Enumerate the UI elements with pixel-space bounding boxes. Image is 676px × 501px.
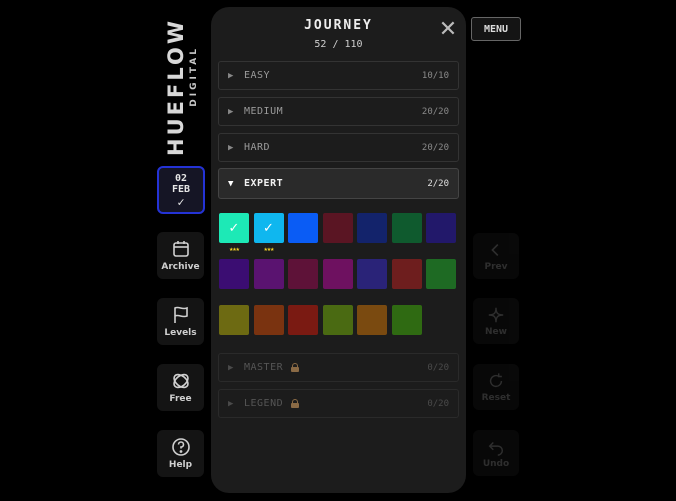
level-swatch[interactable] — [219, 259, 249, 289]
menu-button[interactable]: MENU — [471, 17, 521, 41]
category-hard[interactable]: ▶ HARD 20/20 — [218, 133, 459, 162]
chevron-left-icon — [491, 243, 499, 256]
brand-subtitle: DIGITAL — [189, 46, 199, 107]
chevron-right-icon: ▶ — [228, 362, 234, 373]
level-swatch[interactable] — [322, 305, 353, 335]
category-name: EASY — [244, 70, 271, 81]
date-month: FEB — [171, 183, 191, 195]
category-count: 20/20 — [421, 142, 449, 153]
level-swatch[interactable] — [253, 305, 284, 335]
level-swatch[interactable]: ✓ — [253, 213, 284, 243]
star-rating: ★★★ — [263, 245, 275, 253]
question-icon — [171, 438, 190, 456]
undo-label: Undo — [482, 458, 510, 469]
level-swatch[interactable] — [391, 213, 422, 243]
modal-title: JOURNEY — [304, 18, 373, 33]
category-name: HARD — [244, 142, 271, 153]
level-swatch[interactable] — [357, 259, 387, 289]
undo-icon — [488, 441, 504, 456]
lock-icon — [291, 399, 300, 408]
level-swatch[interactable] — [288, 259, 318, 289]
levels-label: Levels — [164, 328, 197, 338]
category-name: LEGEND — [244, 398, 284, 409]
levels-button[interactable]: Levels — [157, 298, 204, 345]
prev-button[interactable]: Prev — [473, 233, 519, 279]
chevron-right-icon: ▶ — [228, 398, 234, 409]
level-swatch[interactable] — [322, 213, 353, 243]
level-swatch[interactable] — [426, 259, 456, 289]
brand-title: HUEFLOW — [164, 18, 188, 156]
sparkle-icon — [488, 307, 504, 322]
chevron-right-icon: ▶ — [228, 142, 234, 153]
category-legend: ▶ LEGEND 0/20 — [218, 389, 459, 418]
lock-icon — [291, 363, 300, 372]
category-easy[interactable]: ▶ EASY 10/10 — [218, 61, 459, 90]
level-swatch[interactable] — [219, 305, 249, 335]
journey-modal: JOURNEY 52 / 110 ✕ ▶ EASY 10/10 ▶ MEDIUM… — [211, 7, 466, 493]
level-swatch[interactable]: ✓ — [219, 213, 249, 243]
chevron-right-icon: ▶ — [228, 106, 234, 117]
archive-button[interactable]: Archive — [157, 232, 204, 279]
free-button[interactable]: Free — [157, 364, 204, 411]
flag-icon — [173, 306, 188, 323]
level-swatch[interactable] — [426, 213, 456, 243]
help-label: Help — [168, 460, 193, 470]
level-swatch[interactable] — [253, 259, 284, 289]
daily-date-button[interactable]: 02 FEB ✓ — [157, 166, 205, 214]
category-count: 10/10 — [421, 70, 449, 81]
category-medium[interactable]: ▶ MEDIUM 20/20 — [218, 97, 459, 126]
reset-label: Reset — [481, 392, 511, 403]
category-master: ▶ MASTER 0/20 — [218, 353, 459, 382]
level-swatch[interactable] — [391, 305, 422, 335]
journey-progress: 52 / 110 — [314, 39, 363, 50]
close-icon[interactable]: ✕ — [437, 19, 459, 41]
level-swatch[interactable] — [391, 259, 422, 289]
chevron-right-icon: ▶ — [228, 70, 234, 81]
help-button[interactable]: Help — [157, 430, 204, 477]
category-count: 0/20 — [427, 362, 449, 373]
level-swatch[interactable] — [288, 213, 318, 243]
category-count: 2/20 — [427, 178, 449, 189]
level-swatch[interactable] — [357, 305, 387, 335]
new-button[interactable]: New — [473, 298, 519, 344]
date-day: 02 — [174, 172, 188, 184]
prev-label: Prev — [484, 261, 508, 272]
archive-label: Archive — [161, 262, 200, 272]
brand-logo: HUEFLOW DIGITAL — [164, 18, 204, 156]
reset-button[interactable]: Reset — [473, 364, 519, 410]
category-expert[interactable]: ▼ EXPERT 2/20 — [218, 168, 459, 199]
check-icon: ✓ — [177, 194, 185, 209]
refresh-icon — [489, 372, 503, 387]
calendar-icon — [172, 241, 189, 257]
level-swatch[interactable] — [357, 213, 387, 243]
free-label: Free — [169, 394, 192, 404]
chevron-down-icon: ▼ — [228, 178, 234, 189]
category-name: MASTER — [244, 362, 284, 373]
category-name: MEDIUM — [244, 106, 284, 117]
category-count: 0/20 — [427, 398, 449, 409]
category-name: EXPERT — [244, 178, 284, 189]
level-swatch[interactable] — [288, 305, 318, 335]
check-icon: ✓ — [228, 220, 240, 236]
star-rating: ★★★ — [229, 245, 240, 253]
new-label: New — [485, 326, 507, 337]
category-count: 20/20 — [421, 106, 449, 117]
check-icon: ✓ — [263, 220, 274, 236]
undo-button[interactable]: Undo — [473, 430, 519, 476]
infinity-icon — [172, 373, 189, 389]
level-swatch[interactable] — [322, 259, 353, 289]
